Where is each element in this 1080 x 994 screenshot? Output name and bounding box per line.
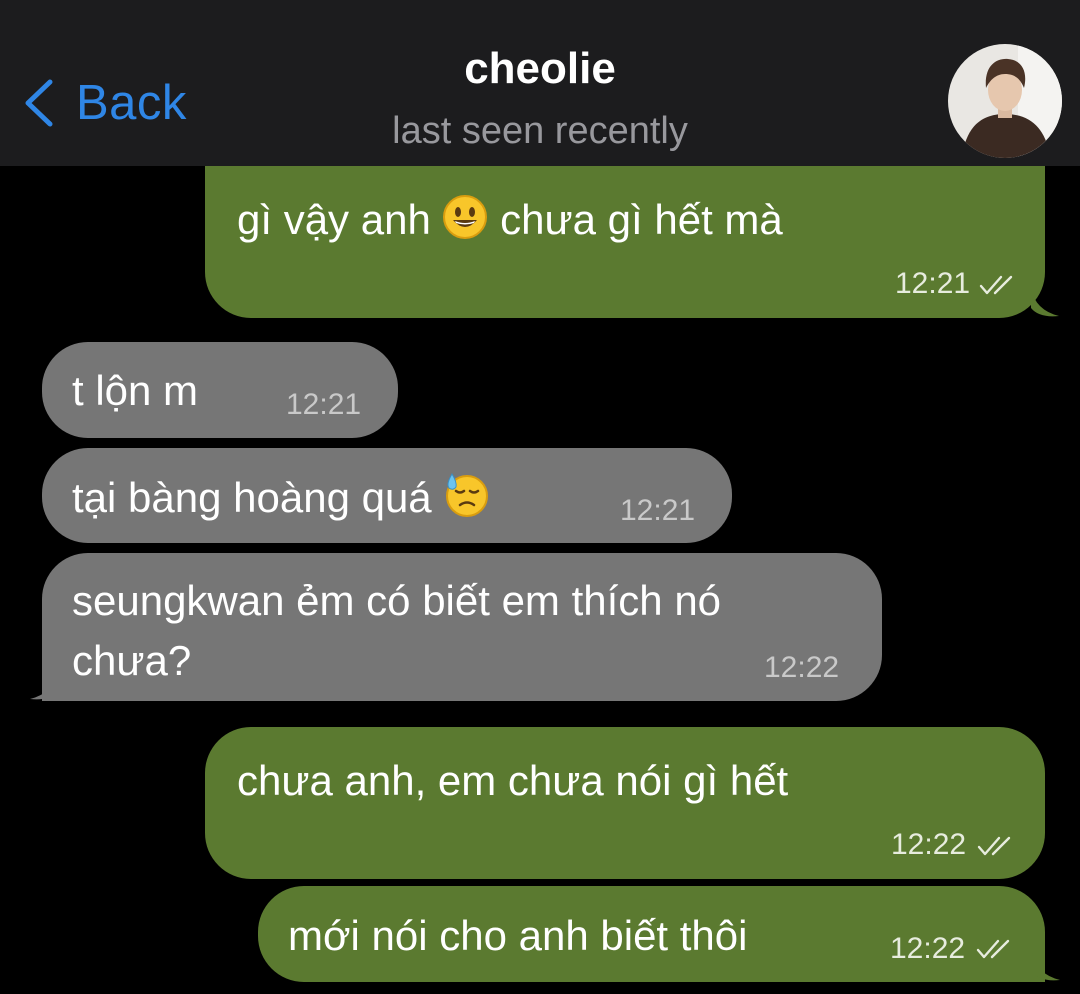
message-time: 12:22 bbox=[891, 828, 967, 861]
grinning-face-icon bbox=[443, 195, 488, 239]
message-time: 12:21 bbox=[620, 494, 696, 527]
message-bubble-incoming[interactable]: seungkwan ẻm có biết em thích nó chưa? 1… bbox=[30, 553, 882, 701]
message-text-part: chưa gì hết mà bbox=[500, 196, 783, 243]
avatar-image bbox=[948, 44, 1062, 158]
bubble-tail bbox=[30, 671, 58, 700]
message-text: t lộn m bbox=[72, 367, 199, 414]
bubble-tail bbox=[1032, 952, 1060, 981]
bubble-tail bbox=[1031, 288, 1059, 317]
avatar[interactable] bbox=[948, 44, 1062, 158]
downcast-sweat-face-icon bbox=[446, 473, 489, 517]
chat-header: Back cheolie last seen recently bbox=[0, 0, 1080, 166]
message-time: 12:22 bbox=[764, 651, 840, 684]
last-seen-status: last seen recently bbox=[392, 110, 688, 152]
message-bubble-outgoing[interactable]: mới nói cho anh biết thôi 12:22 bbox=[258, 886, 1060, 982]
double-check-icon bbox=[977, 836, 1011, 856]
contact-name[interactable]: cheolie bbox=[0, 44, 1080, 94]
message-time: 12:22 bbox=[890, 932, 966, 965]
message-text-line: seungkwan ẻm có biết em thích nó bbox=[72, 577, 722, 624]
message-bubble-incoming[interactable]: t lộn m 12:21 bbox=[42, 342, 398, 438]
message-time: 12:21 bbox=[895, 267, 971, 300]
message-text-part: tại bàng hoàng quá bbox=[72, 474, 432, 521]
message-bubble-outgoing[interactable]: chưa anh, em chưa nói gì hết 12:22 bbox=[205, 727, 1045, 879]
message-text: mới nói cho anh biết thôi bbox=[288, 912, 748, 959]
double-check-icon bbox=[976, 939, 1010, 959]
message-text: tại bàng hoàng quá bbox=[72, 472, 489, 522]
message-text: chưa anh, em chưa nói gì hết bbox=[237, 757, 789, 804]
message-text: gì vậy anh chưa gì hết mà bbox=[237, 194, 783, 244]
message-time: 12:21 bbox=[286, 388, 362, 421]
double-check-icon bbox=[979, 275, 1013, 295]
message-bubble-outgoing[interactable]: gì vậy anh chưa gì hết mà 12:21 bbox=[205, 166, 1059, 318]
message-text-line: chưa? bbox=[72, 637, 192, 684]
message-bubble-incoming[interactable]: tại bàng hoàng quá 12:21 bbox=[42, 448, 732, 543]
message-text-part: gì vậy anh bbox=[237, 196, 431, 243]
